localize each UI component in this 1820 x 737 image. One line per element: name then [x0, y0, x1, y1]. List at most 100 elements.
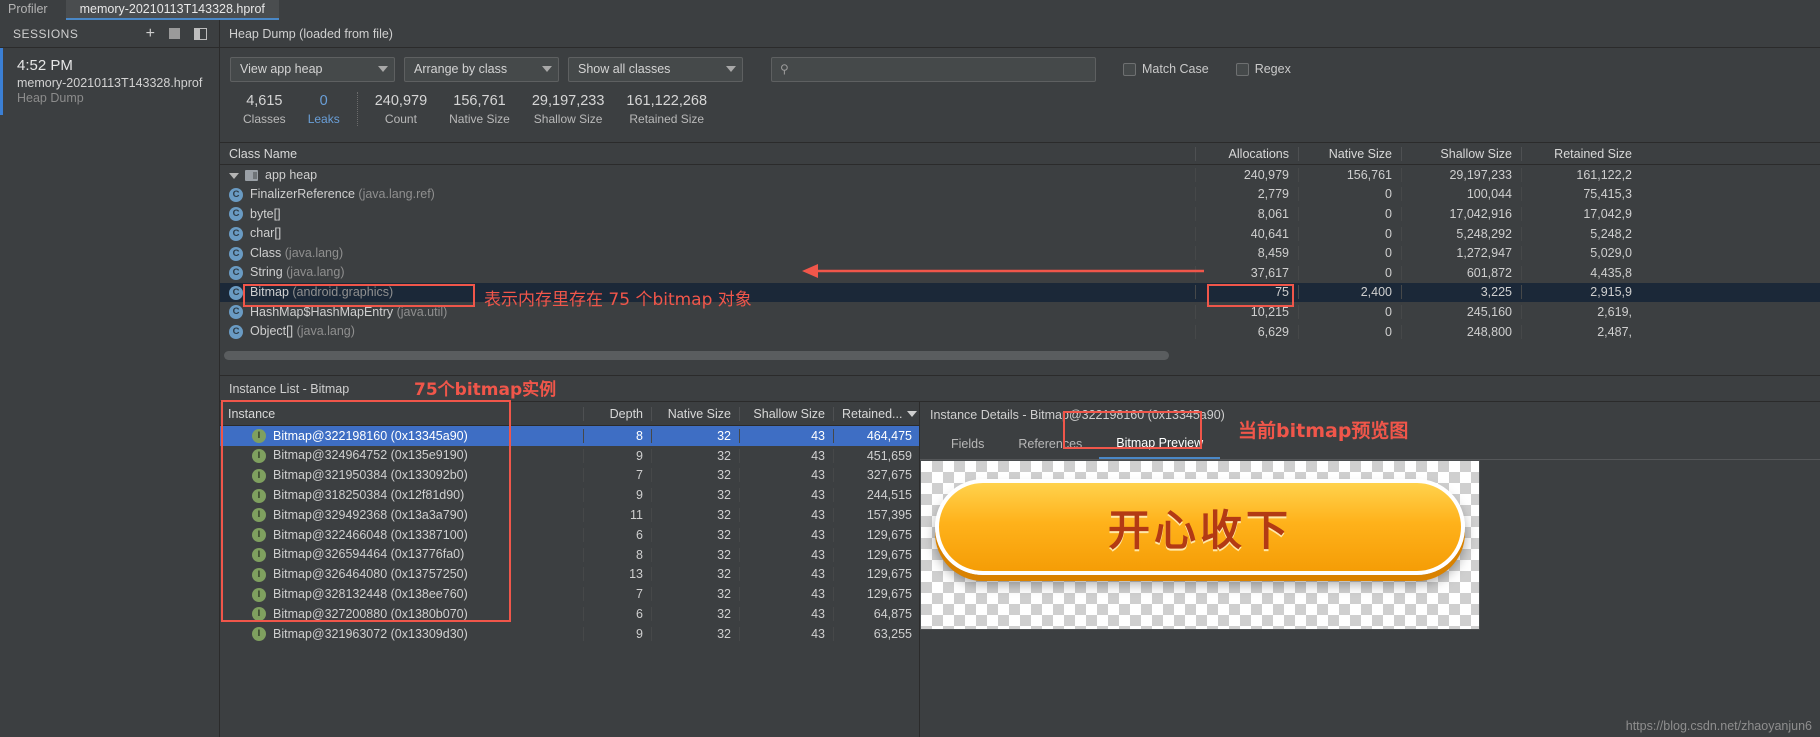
list-item[interactable]: I Bitmap@321950384 (0x133092b0) 7 32 43 327,6…: [220, 466, 919, 486]
instance-label: Bitmap@321950384 (0x133092b0): [273, 468, 468, 483]
native-size-cell: 0: [1298, 206, 1401, 221]
sessions-pane: SESSIONS + 4:52 PM memory-20210113T14332…: [0, 20, 220, 737]
class-package-label: (android.graphics): [292, 285, 394, 299]
view-heap-dropdown[interactable]: View app heap: [230, 56, 395, 82]
shallow-size-cell: 17,042,916: [1401, 206, 1521, 221]
instance-list-body: I Bitmap@322198160 (0x13345a90) 8 32 43 464,4…: [220, 426, 919, 644]
native-size-cell: 0: [1298, 324, 1401, 339]
shallow-size-cell: 5,248,292: [1401, 226, 1521, 241]
heap-toolbar: View app heap Arrange by class Show all …: [220, 48, 1820, 90]
heap-dump-header: Heap Dump (loaded from file): [220, 20, 1820, 48]
arrange-by-dropdown[interactable]: Arrange by class: [404, 56, 559, 82]
native-size-cell: 32: [651, 567, 739, 582]
shallow-size-cell: 43: [739, 587, 833, 602]
list-item[interactable]: I Bitmap@322466048 (0x13387100) 6 32 43 129,6…: [220, 525, 919, 545]
stat-value: 0: [319, 93, 328, 109]
column-header-shallow-size[interactable]: Shallow Size: [1401, 146, 1521, 161]
stat-native-size: 156,761 Native Size: [449, 92, 510, 127]
column-header-retained[interactable]: Retained...: [833, 406, 925, 421]
plus-icon[interactable]: +: [146, 25, 155, 42]
column-header-retained-size[interactable]: Retained Size: [1521, 146, 1641, 161]
regex-checkbox[interactable]: Regex: [1235, 62, 1291, 76]
table-row[interactable]: C Object[] (java.lang) 6,629 0 248,800 2,487,: [220, 322, 1820, 342]
session-item[interactable]: 4:52 PM memory-20210113T143328.hprof Hea…: [0, 48, 219, 115]
table-row[interactable]: C HashMap$HashMapEntry (java.util) 10,215 0…: [220, 302, 1820, 322]
stat-label: Leaks: [307, 112, 340, 126]
class-name-label: char[]: [250, 226, 282, 241]
table-row[interactable]: C FinalizerReference (java.lang.ref) 2,779…: [220, 185, 1820, 205]
list-item[interactable]: I Bitmap@322198160 (0x13345a90) 8 32 43 464,4…: [220, 426, 919, 446]
shallow-size-cell: 1,272,947: [1401, 246, 1521, 261]
stat-label: Classes: [243, 112, 286, 126]
class-name-label: HashMap$HashMapEntry: [250, 304, 394, 319]
list-item[interactable]: I Bitmap@329492368 (0x13a3a790) 11 32 43 157,…: [220, 505, 919, 525]
stop-icon[interactable]: [169, 28, 180, 39]
sessions-actions: +: [146, 25, 219, 42]
instance-label: Bitmap@329492368 (0x13a3a790): [273, 507, 468, 522]
list-item[interactable]: I Bitmap@324964752 (0x135e9190) 9 32 43 451,6…: [220, 446, 919, 466]
shallow-size-cell: 3,225: [1401, 285, 1521, 300]
depth-cell: 6: [583, 527, 651, 542]
class-table-hscrollbar[interactable]: [224, 351, 1169, 360]
native-size-cell: 32: [651, 527, 739, 542]
chevron-down-icon: [542, 66, 552, 72]
shallow-size-cell: 245,160: [1401, 304, 1521, 319]
instance-name-cell: I Bitmap@326464080 (0x13757250): [220, 567, 583, 582]
column-header-shallow-size[interactable]: Shallow Size: [739, 406, 833, 421]
instance-label: Bitmap@328132448 (0x138ee760): [273, 586, 468, 601]
table-row[interactable]: C Bitmap (android.graphics) 75 2,400 3,225 2,…: [220, 282, 1820, 303]
column-header-depth[interactable]: Depth: [583, 406, 651, 421]
list-item[interactable]: I Bitmap@328132448 (0x138ee760) 7 32 43 129,6…: [220, 584, 919, 604]
tab-bitmap-preview[interactable]: Bitmap Preview: [1099, 428, 1221, 459]
column-header-native-size[interactable]: Native Size: [1298, 146, 1401, 161]
tab-fields[interactable]: Fields: [934, 428, 1001, 459]
heap-folder-icon: [245, 170, 258, 181]
table-row[interactable]: C Class (java.lang) 8,459 0 1,272,947 5,029,0: [220, 243, 1820, 263]
instance-name-cell: I Bitmap@322466048 (0x13387100): [220, 528, 583, 543]
split-panel-icon[interactable]: [194, 27, 207, 40]
checkbox-box: [1123, 62, 1136, 76]
tab-heap-dump-file[interactable]: memory-20210113T143328.hprof: [65, 0, 279, 20]
annotation-text-instance-list: 75个bitmap实例: [414, 380, 557, 400]
stat-value: 240,979: [374, 93, 428, 109]
native-size-cell: 156,761: [1298, 167, 1401, 182]
search-box[interactable]: ⚲: [771, 56, 1096, 82]
table-row[interactable]: Cbyte[] 8,061 0 17,042,916 17,042,9: [220, 204, 1820, 224]
table-row[interactable]: C String (java.lang) 37,617 0 601,872 4,435,8: [220, 263, 1820, 283]
instance-icon: I: [252, 528, 266, 543]
bitmap-preview-canvas: 开心收下: [920, 460, 1480, 630]
expand-triangle-icon[interactable]: [229, 172, 239, 179]
tab-profiler[interactable]: Profiler: [0, 0, 66, 20]
heap-summary-stats: 4,615 Classes 0 Leaks 240,979 Count 156,…: [220, 90, 1820, 134]
shallow-size-cell: 43: [739, 488, 833, 503]
show-classes-dropdown[interactable]: Show all classes: [568, 56, 743, 82]
stat-value: 161,122,268: [626, 93, 708, 109]
search-input[interactable]: [792, 61, 1073, 77]
allocations-cell: 6,629: [1195, 324, 1298, 339]
list-item[interactable]: I Bitmap@326464080 (0x13757250) 13 32 43 129,…: [220, 565, 919, 585]
list-item[interactable]: I Bitmap@326594464 (0x13776fa0) 8 32 43 129,6…: [220, 545, 919, 565]
stat-leaks[interactable]: 0 Leaks: [308, 92, 340, 127]
instance-label: Bitmap@322198160 (0x13345a90): [273, 428, 468, 443]
table-row[interactable]: Cchar[] 40,641 0 5,248,292 5,248,2: [220, 224, 1820, 244]
match-case-checkbox[interactable]: Match Case: [1123, 62, 1209, 76]
table-row[interactable]: app heap 240,979 156,761 29,197,233 161,122,…: [220, 165, 1820, 185]
shallow-size-cell: 100,044: [1401, 187, 1521, 202]
list-item[interactable]: I Bitmap@318250384 (0x12f81d90) 9 32 43 244,5…: [220, 485, 919, 505]
column-header-allocations[interactable]: Allocations: [1195, 146, 1298, 161]
column-header-class-name[interactable]: Class Name: [220, 147, 1195, 161]
column-header-instance[interactable]: Instance: [220, 407, 583, 421]
retained-size-cell: 63,255: [833, 626, 920, 641]
search-icon: ⚲: [780, 62, 789, 76]
sessions-header: SESSIONS +: [0, 20, 219, 48]
watermark: https://blog.csdn.net/zhaoyanjun6: [1625, 719, 1812, 733]
list-item[interactable]: I Bitmap@321963072 (0x13309d30) 9 32 43 63,25…: [220, 624, 919, 644]
column-header-native-size[interactable]: Native Size: [651, 406, 739, 421]
shallow-size-cell: 43: [739, 508, 833, 523]
stat-retained-size: 161,122,268 Retained Size: [626, 92, 707, 127]
stat-label: Count: [384, 112, 417, 126]
list-item[interactable]: I Bitmap@327200880 (0x1380b070) 6 32 43 64,87…: [220, 604, 919, 624]
tab-references[interactable]: References: [1001, 428, 1099, 459]
depth-cell: 7: [583, 587, 651, 602]
class-name-label: byte[]: [250, 206, 281, 221]
